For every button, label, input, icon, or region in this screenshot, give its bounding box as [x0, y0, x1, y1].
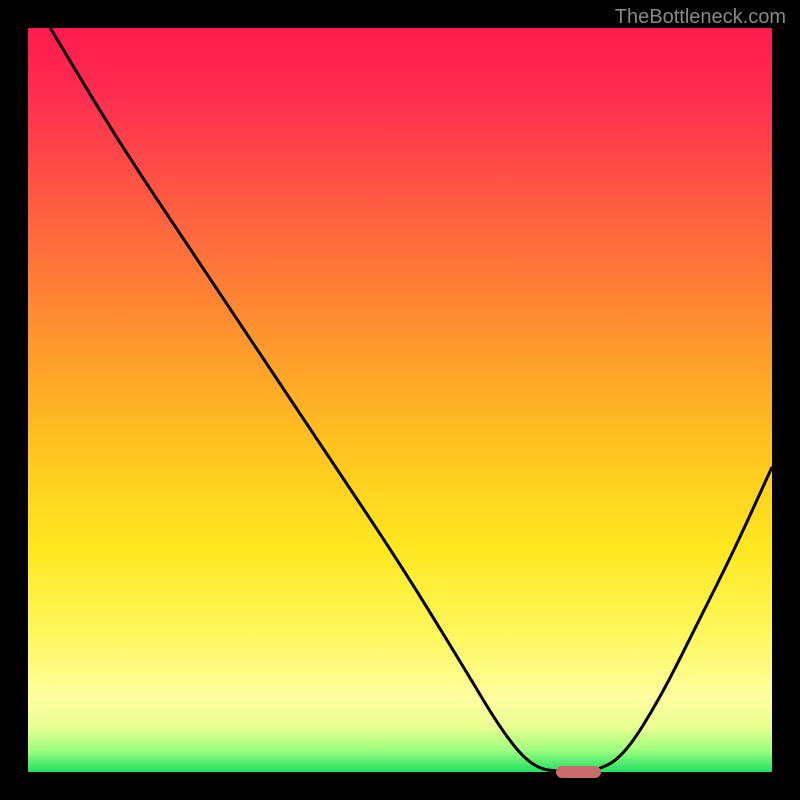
plot-area — [28, 28, 772, 772]
watermark-text: TheBottleneck.com — [615, 6, 786, 29]
optimal-marker — [556, 766, 601, 777]
bottleneck-curve — [28, 28, 772, 772]
chart-container: TheBottleneck.com — [0, 0, 800, 800]
